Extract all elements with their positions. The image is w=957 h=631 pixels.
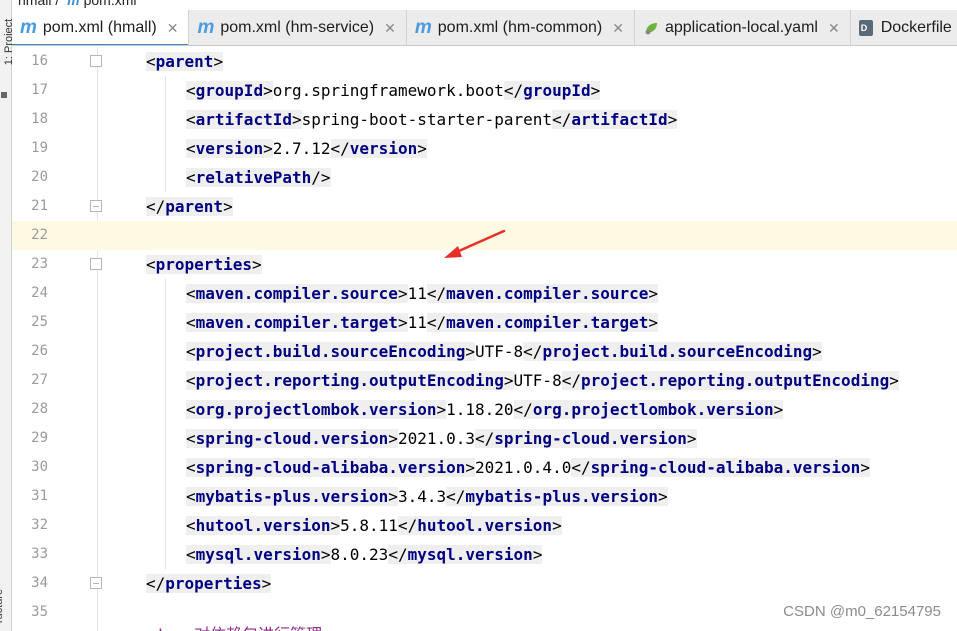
watermark: CSDN @m0_62154795 bbox=[783, 603, 941, 620]
line-number: 16 bbox=[31, 53, 48, 69]
line-number: 29 bbox=[31, 430, 48, 446]
docker-file-icon bbox=[858, 20, 873, 36]
fold-icon[interactable] bbox=[90, 55, 102, 67]
line-number: 24 bbox=[31, 285, 48, 301]
line-number: 18 bbox=[31, 111, 48, 127]
line-number: 20 bbox=[31, 169, 48, 185]
code-text: <hutool.version>5.8.11</hutool.version> bbox=[186, 516, 562, 535]
code-text: <spring-cloud-alibaba.version>2021.0.4.0… bbox=[186, 458, 870, 477]
code-text: <maven.compiler.source>11</maven.compile… bbox=[186, 284, 659, 303]
maven-icon: m bbox=[197, 17, 215, 38]
fold-icon[interactable] bbox=[90, 200, 102, 212]
editor-tab-bar: m pom.xml (hmall) ✕ m pom.xml (hm-servic… bbox=[12, 10, 957, 46]
tab-pom-hm-service[interactable]: m pom.xml (hm-service) ✕ bbox=[189, 10, 407, 45]
code-text: <org.projectlombok.version>1.18.20</org.… bbox=[186, 400, 784, 419]
tab-dockerfile[interactable]: Dockerfile bbox=[851, 10, 957, 45]
line-number: 34 bbox=[31, 575, 48, 591]
tab-label: pom.xml (hm-service) bbox=[220, 19, 375, 36]
tab-application-local-yaml[interactable]: application-local.yaml ✕ bbox=[635, 10, 851, 45]
tab-label: application-local.yaml bbox=[664, 19, 818, 36]
code-line[interactable]: 17 <groupId>org.springframework.boot</gr… bbox=[12, 76, 957, 105]
maven-icon: m bbox=[67, 0, 80, 8]
code-text: <spring-cloud.version>2021.0.3</spring-c… bbox=[186, 429, 697, 448]
code-line[interactable]: 20 <relativePath/> bbox=[12, 163, 957, 192]
line-number: 30 bbox=[31, 459, 48, 475]
line-number: 32 bbox=[31, 517, 48, 533]
code-line[interactable]: 32 <hutool.version>5.8.11</hutool.versio… bbox=[12, 511, 957, 540]
code-line[interactable]: 28 <org.projectlombok.version>1.18.20</o… bbox=[12, 395, 957, 424]
breadcrumb-file[interactable]: pom.xml bbox=[84, 0, 137, 8]
code-line[interactable]: 24 <maven.compiler.source>11</maven.comp… bbox=[12, 279, 957, 308]
code-line[interactable]: 18 <artifactId>spring-boot-starter-paren… bbox=[12, 105, 957, 134]
code-text: <parent> bbox=[146, 52, 224, 71]
code-text: <properties> bbox=[146, 255, 262, 274]
code-text: <project.build.sourceEncoding>UTF-8</pro… bbox=[186, 342, 822, 361]
line-number: 31 bbox=[31, 488, 48, 504]
line-number: 27 bbox=[31, 372, 48, 388]
tab-label: Dockerfile bbox=[880, 19, 952, 36]
close-icon[interactable]: ✕ bbox=[612, 20, 624, 37]
code-line[interactable]: 26 <project.build.sourceEncoding>UTF-8</… bbox=[12, 337, 957, 366]
code-line[interactable]: 19 <version>2.7.12</version> bbox=[12, 134, 957, 163]
line-number: 23 bbox=[31, 256, 48, 272]
code-text: <relativePath/> bbox=[186, 168, 331, 187]
line-number: 26 bbox=[31, 343, 48, 359]
annotation-arrow-icon bbox=[444, 229, 506, 258]
fold-icon[interactable] bbox=[90, 577, 102, 589]
structure-tool-button[interactable]: ructure bbox=[0, 589, 5, 623]
line-number: 28 bbox=[31, 401, 48, 417]
maven-icon: m bbox=[414, 17, 432, 38]
code-text: </properties> bbox=[146, 574, 272, 593]
tab-label: pom.xml (hmall) bbox=[42, 19, 157, 36]
cutoff-comment-line: <!-- 对依赖包进行管理 bbox=[146, 621, 322, 631]
code-text: <maven.compiler.target>11</maven.compile… bbox=[186, 313, 659, 332]
code-line[interactable]: 31 <mybatis-plus.version>3.4.3</mybatis-… bbox=[12, 482, 957, 511]
maven-icon: m bbox=[20, 17, 37, 38]
code-text: <version>2.7.12</version> bbox=[186, 139, 427, 158]
code-text: <mysql.version>8.0.23</mysql.version> bbox=[186, 545, 543, 564]
code-text: <mybatis-plus.version>3.4.3</mybatis-plu… bbox=[186, 487, 668, 506]
tool-window-strip: 1: Project ructure bbox=[0, 0, 15, 631]
code-line[interactable]: 16 <parent> bbox=[12, 47, 957, 76]
breadcrumb-project[interactable]: hmall bbox=[18, 0, 51, 8]
code-text: <groupId>org.springframework.boot</group… bbox=[186, 81, 601, 100]
line-number: 22 bbox=[31, 227, 48, 243]
code-line[interactable]: 27 <project.reporting.outputEncoding>UTF… bbox=[12, 366, 957, 395]
tab-pom-hmall[interactable]: m pom.xml (hmall) ✕ bbox=[12, 10, 190, 45]
line-number: 19 bbox=[31, 140, 48, 156]
tab-label: pom.xml (hm-common) bbox=[437, 19, 603, 36]
line-number: 35 bbox=[31, 604, 48, 620]
code-line[interactable]: 33 <mysql.version>8.0.23</mysql.version> bbox=[12, 540, 957, 569]
code-line[interactable]: 29 <spring-cloud.version>2021.0.3</sprin… bbox=[12, 424, 957, 453]
code-line[interactable]: 21 </parent> bbox=[12, 192, 957, 221]
line-number: 33 bbox=[31, 546, 48, 562]
fold-icon[interactable] bbox=[90, 258, 102, 270]
close-icon[interactable]: ✕ bbox=[828, 20, 840, 37]
code-line[interactable]: 34 </properties> bbox=[12, 569, 957, 598]
breadcrumb-separator: / bbox=[55, 0, 60, 8]
code-text: <artifactId>spring-boot-starter-parent</… bbox=[186, 110, 678, 129]
code-text: </parent> bbox=[146, 197, 233, 216]
project-tool-icon bbox=[1, 92, 7, 98]
close-icon[interactable]: ✕ bbox=[384, 20, 396, 37]
spring-icon bbox=[643, 20, 659, 36]
breadcrumb: hmall / m pom.xml bbox=[18, 0, 137, 8]
tab-pom-hm-common[interactable]: m pom.xml (hm-common) ✕ bbox=[407, 10, 635, 45]
code-text: <project.reporting.outputEncoding>UTF-8<… bbox=[186, 371, 899, 390]
line-number: 17 bbox=[31, 82, 48, 98]
code-line[interactable]: 30 <spring-cloud-alibaba.version>2021.0.… bbox=[12, 453, 957, 482]
code-line[interactable]: 25 <maven.compiler.target>11</maven.comp… bbox=[12, 308, 957, 337]
code-editor[interactable]: 16 <parent> 17 <groupId>org.springframew… bbox=[12, 47, 957, 631]
close-icon[interactable]: ✕ bbox=[167, 20, 179, 37]
line-number: 21 bbox=[31, 198, 48, 214]
line-number: 25 bbox=[31, 314, 48, 330]
